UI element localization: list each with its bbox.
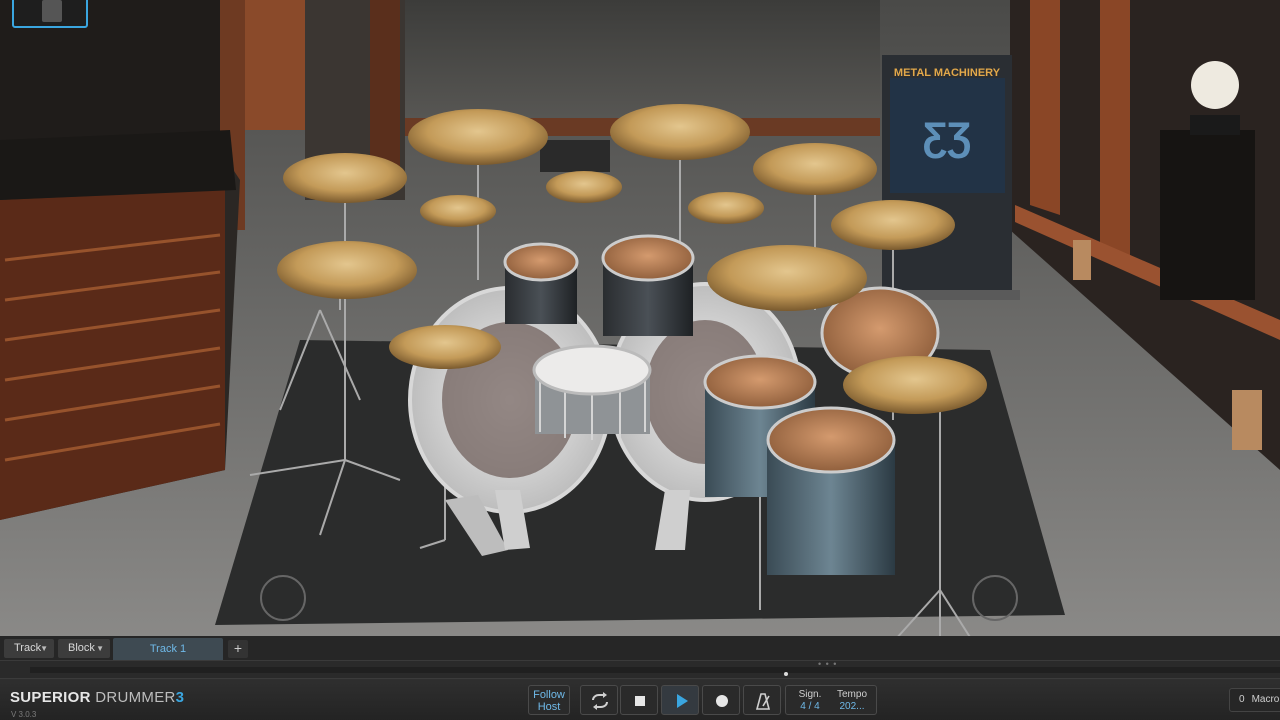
follow-host-button[interactable]: Follow Host (528, 685, 570, 715)
stop-button[interactable] (620, 685, 658, 715)
brand-logo: SUPERIOR DRUMMER3 (10, 689, 184, 706)
tempo-label: Tempo (836, 689, 867, 700)
tab-track-1[interactable]: Track 1 (113, 638, 223, 660)
metronome-button[interactable] (743, 685, 781, 715)
drum-kit-stage: METAL MACHINERY ƸƷ (0, 0, 1280, 636)
brand-word-superior: SUPERIOR (10, 689, 91, 706)
splash-cymbal-3[interactable] (688, 192, 764, 224)
track-menu-label: Track (14, 642, 42, 654)
signature-value: 4 / 4 (800, 701, 820, 712)
chevron-down-icon: ▼ (96, 644, 104, 653)
loop-icon (592, 692, 608, 710)
superior-drummer-window: METAL MACHINERY ƸƷ Track ▼ Block ▼ Track… (0, 0, 1280, 720)
stop-icon (635, 696, 645, 706)
song-timeline[interactable]: • • • (0, 660, 1280, 679)
add-track-button[interactable]: + (228, 640, 248, 658)
macro-control[interactable]: 0 Macro (1229, 688, 1280, 712)
china-cymbal-left[interactable] (277, 241, 417, 299)
macro-label: Macro (1251, 694, 1280, 705)
resize-grip-icon[interactable]: • • • (818, 660, 837, 669)
room-illustration: METAL MACHINERY ƸƷ (0, 0, 1280, 636)
play-icon (677, 694, 688, 708)
hihat-cymbal[interactable] (389, 325, 501, 369)
signature-label: Sign. (798, 689, 822, 700)
signature-tempo-display[interactable]: Sign. 4 / 4 Tempo 202... (785, 685, 877, 715)
ride-cymbal[interactable] (707, 245, 867, 311)
rack-tom-1[interactable] (503, 242, 579, 324)
macro-value: 0 (1239, 694, 1245, 705)
playhead[interactable] (784, 672, 788, 676)
follow-host-line2: Host (537, 701, 561, 713)
follow-host-line1: Follow (533, 689, 565, 701)
crash-cymbal-4[interactable] (753, 143, 877, 195)
track-menu-button[interactable]: Track ▼ (4, 639, 54, 658)
track-bar: Track ▼ Block ▼ Track 1 + (0, 636, 1280, 660)
record-icon (716, 695, 728, 707)
view-thumbnail-button[interactable] (12, 0, 88, 28)
brand-word-drummer: DRUMMER (95, 689, 176, 706)
timeline-ruler[interactable] (30, 667, 1280, 673)
svg-text:ƸƷ: ƸƷ (923, 115, 972, 159)
brand-number: 3 (175, 689, 185, 706)
banner-title: METAL MACHINERY (894, 67, 1001, 79)
record-button[interactable] (702, 685, 740, 715)
signature-field[interactable]: Sign. 4 / 4 (792, 689, 828, 712)
rack-tom-2[interactable] (601, 234, 695, 336)
tempo-field[interactable]: Tempo 202... (832, 689, 872, 712)
splash-cymbal-2[interactable] (546, 171, 622, 203)
transport-footer: SUPERIOR DRUMMER3 V 3.0.3 Follow Host Si… (0, 678, 1280, 720)
crash-cymbal-left[interactable] (283, 153, 407, 203)
version-label: V 3.0.3 (11, 710, 37, 719)
metronome-icon (755, 693, 771, 710)
loop-button[interactable] (580, 685, 618, 715)
splash-cymbal-1[interactable] (420, 195, 496, 227)
floor-tom-2[interactable] (766, 406, 896, 575)
play-button[interactable] (661, 685, 699, 715)
crash-cymbal-right-low[interactable] (843, 356, 987, 414)
crash-cymbal-3[interactable] (610, 104, 750, 160)
chevron-down-icon: ▼ (40, 644, 48, 653)
tempo-value: 202... (839, 701, 865, 712)
block-menu-button[interactable]: Block ▼ (58, 639, 110, 658)
block-menu-label: Block (68, 642, 95, 654)
crash-cymbal-5[interactable] (831, 200, 955, 250)
snare-drum[interactable] (532, 344, 652, 440)
crash-cymbal-2[interactable] (408, 109, 548, 165)
